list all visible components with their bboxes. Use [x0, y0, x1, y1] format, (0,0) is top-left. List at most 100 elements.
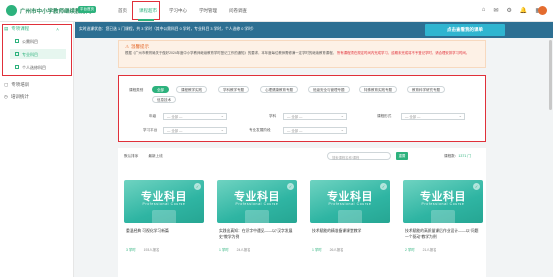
- notice-body: 根据《广州市教育局关于做好2024年度中小学教师继续教育学时登记工作的通知》的要…: [125, 51, 481, 56]
- nav-active-underline: [138, 19, 154, 21]
- course-enrolled: 24人报名: [236, 248, 251, 252]
- filter-panel: 课程类别 全部 课程教学实践 学科教学专题 心理健康教育专题 班级安全与管理专题…: [118, 75, 486, 142]
- nav-learning-center[interactable]: 学习中心: [163, 0, 193, 22]
- warning-icon: ⚠: [125, 44, 130, 49]
- top-icons: ⌂ ✉ ⚙ 🔔 ▦: [482, 7, 541, 14]
- view-course-list-button[interactable]: 点击查看我的课单: [425, 24, 505, 36]
- course-name[interactable]: 技术赋能的精准备课课堂教学: [312, 229, 388, 235]
- course-hours: 3 学时: [126, 248, 136, 252]
- book-icon: [245, 210, 269, 223]
- stage-select[interactable]: — 全部 —: [283, 127, 347, 134]
- notice-text: 根据《广州市教育局关于做好2024年度中小学教师继续教育学时登记工作的通知》的要…: [125, 51, 336, 55]
- course-cover: ✓ 专业科目 Professional Course: [310, 180, 390, 223]
- course-meta: 2 学时 21人报名: [405, 247, 481, 252]
- book-icon: [152, 210, 176, 223]
- course-enrolled: 26人报名: [329, 248, 344, 252]
- doc-icon: [15, 39, 19, 43]
- course-status-banner: 实时选课状态：您已选 1 门课程，共 3 学时（其中公需科目 0 学时，专业科目…: [75, 22, 553, 38]
- chip-education-research[interactable]: 教育科学研究专题: [407, 86, 445, 93]
- cover-subtitle: Professional Course: [142, 202, 186, 206]
- chip-class-safety[interactable]: 班级安全与管理专题: [308, 86, 350, 93]
- sidebar-item-label: 专业科目: [22, 52, 38, 57]
- stats-icon: ◷: [4, 94, 8, 99]
- course-name[interactable]: 实践出真知：在识字中遇见——以“汉字发展史”教学为例: [219, 229, 295, 240]
- top-bar: 广州市中小学教师继续教育网 平台首页 首页 课程超市 学习中心 学时管理 问卷调…: [0, 0, 553, 22]
- sidebar-item-label: 个人选修科目: [22, 65, 46, 70]
- platform-label: 学习平台: [143, 128, 158, 132]
- course-card[interactable]: ✓ 专业科目 Professional Course 技术赋能的精准备课课堂教学…: [310, 180, 390, 277]
- doc-icon: [15, 52, 19, 56]
- book-icon: [338, 210, 362, 223]
- grade-label: 年级: [149, 114, 157, 118]
- home-icon[interactable]: ⌂: [482, 7, 486, 14]
- sidebar-group-label: 专项课程: [11, 26, 30, 31]
- folder-icon: ▤: [4, 26, 9, 31]
- sidebar-item-training[interactable]: ▢ 专项培训: [4, 82, 29, 88]
- sidebar-group-header[interactable]: ▤ 专项课程 ˄: [4, 26, 59, 32]
- course-meta: 1 学时 26人报名: [312, 247, 388, 252]
- avatar[interactable]: [538, 6, 547, 15]
- course-type-label: 课程类别: [129, 88, 144, 92]
- sidebar-item-label: 专项培训: [11, 82, 30, 87]
- platform-select[interactable]: — 全部 —: [163, 127, 227, 134]
- course-card[interactable]: ✓ 专业科目 Professional Course 技术赋能的高质量课后作业设…: [403, 180, 483, 277]
- course-card[interactable]: ✓ 专业科目 Professional Course 实践出真知：在识字中遇见—…: [217, 180, 297, 277]
- sort-latest[interactable]: 最新上线: [148, 154, 162, 159]
- course-name[interactable]: 重温经典 可视化学习新篇: [126, 229, 202, 235]
- course-count-label: 课程数：: [444, 154, 459, 158]
- sidebar-item-public[interactable]: 公需科目: [10, 36, 66, 46]
- course-name[interactable]: 技术赋能的高质量课后作业设计——以“问题一个驱动”教学为例: [405, 229, 481, 240]
- chip-all[interactable]: 全部: [152, 86, 169, 93]
- bell-icon[interactable]: 🔔: [520, 7, 527, 14]
- nav-home[interactable]: 首页: [112, 0, 133, 22]
- chip-special-education[interactable]: 特殊教育实践专题: [359, 86, 397, 93]
- course-status-text: 实时选课状态：您已选 1 门课程，共 3 学时（其中公需科目 0 学时，专业科目…: [79, 27, 256, 31]
- subject-label: 学科: [269, 114, 277, 118]
- cover-subtitle: Professional Course: [235, 202, 279, 206]
- course-card[interactable]: ✓ 专业科目 Professional Course 重温经典 可视化学习新篇 …: [124, 180, 204, 277]
- search-input[interactable]: 搜索课程名称/课程: [327, 152, 391, 160]
- subject-select[interactable]: — 全部 —: [283, 113, 347, 120]
- doc-icon: [15, 65, 19, 69]
- logo-icon: [6, 5, 17, 16]
- course-meta: 1 学时 24人报名: [219, 247, 295, 252]
- grade-select[interactable]: — 全部 —: [163, 113, 227, 120]
- reset-button[interactable]: 重置: [396, 152, 408, 160]
- sidebar-item-professional[interactable]: 专业科目: [10, 49, 66, 59]
- sort-toolbar: 默认排序 最新上线: [124, 154, 163, 159]
- nav-highlight-box: [132, 1, 160, 20]
- sidebar-item-stats[interactable]: ◷ 培训统计: [4, 94, 29, 100]
- chip-info-tech[interactable]: 信息技术: [152, 96, 176, 103]
- sidebar-item-elective[interactable]: 个人选修科目: [10, 62, 66, 72]
- course-cover: ✓ 专业科目 Professional Course: [217, 180, 297, 223]
- training-icon: ▢: [4, 82, 9, 87]
- logo-tag[interactable]: 平台首页: [78, 6, 96, 13]
- course-cover: ✓ 专业科目 Professional Course: [124, 180, 204, 223]
- settings-icon[interactable]: ⚙: [506, 7, 511, 14]
- course-hours: 1 学时: [219, 248, 229, 252]
- sidebar: ▤ 专项课程 ˄ 公需科目 专业科目 个人选修科目 ▢ 专项培训 ◷ 培训统计: [0, 22, 74, 277]
- message-icon[interactable]: ✉: [493, 7, 498, 14]
- nav-hours-management[interactable]: 学时管理: [193, 0, 223, 22]
- chip-teaching-practice[interactable]: 课程教学实践: [176, 86, 207, 93]
- course-enrolled: 193人报名: [143, 248, 160, 252]
- sidebar-item-label: 培训统计: [10, 94, 29, 99]
- course-count-value: 1371 门: [458, 154, 471, 158]
- course-form-label: 课程形式: [377, 114, 392, 118]
- course-hours: 1 学时: [312, 248, 322, 252]
- chip-mental-health[interactable]: 心理健康教育专题: [260, 86, 298, 93]
- course-hours: 2 学时: [405, 248, 415, 252]
- book-icon: [431, 210, 455, 223]
- notice-warning: 所有课程须在规定时间内完成学习，逾期未完成将不予登记学时，请合理安排学习时间。: [336, 51, 470, 55]
- course-enrolled: 21人报名: [422, 248, 437, 252]
- sort-default[interactable]: 默认排序: [124, 154, 138, 159]
- page-scrollbar[interactable]: [549, 40, 552, 110]
- chip-subject-teaching[interactable]: 学科教学专题: [218, 86, 249, 93]
- chevron-up-icon: ˄: [56, 26, 59, 32]
- nav-survey[interactable]: 问卷调查: [223, 0, 253, 22]
- cover-subtitle: Professional Course: [328, 202, 372, 206]
- course-form-select[interactable]: — 全部 —: [401, 113, 465, 120]
- course-count: 课程数：1371 门: [444, 154, 471, 159]
- course-meta: 3 学时 193人报名: [126, 247, 202, 252]
- sidebar-item-label: 公需科目: [22, 39, 38, 44]
